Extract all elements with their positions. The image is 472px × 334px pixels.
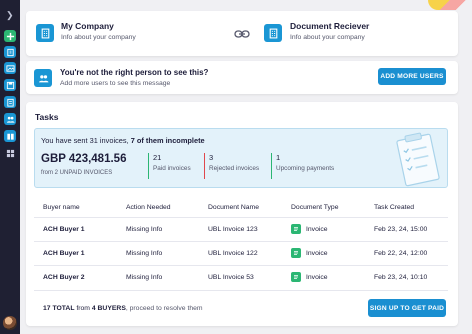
document-name: UBL Invoice 123: [208, 226, 258, 233]
notice-title: You're not the right person to see this?: [60, 68, 209, 77]
summary-incomplete: 7 of them incomplete: [130, 136, 205, 145]
table-row[interactable]: ACH Buyer 2 Missing Info UBL Invoice 53 …: [34, 265, 448, 289]
invoice-doc-icon: [291, 272, 301, 282]
save-icon[interactable]: [4, 79, 16, 91]
corner-decoration: [428, 0, 472, 10]
task-created: Feb 22, 24, 12:00: [374, 250, 428, 257]
footer-summary: 17 TOTAL from 4 BUYERS, proceed to resol…: [43, 305, 203, 312]
invoice-doc-icon: [291, 248, 301, 258]
building-icon: [264, 24, 282, 42]
stat-rejected-label: Rejected invoices: [209, 165, 260, 172]
receiver-title: Document Reciever: [290, 21, 370, 31]
stat-upcoming-count: 1: [276, 153, 281, 162]
sign-up-button[interactable]: SIGN UP TO GET PAID: [368, 299, 446, 317]
document-name: UBL Invoice 53: [208, 274, 254, 281]
document-type: Invoice: [306, 226, 328, 233]
footer-rest: , proceed to resolve them: [125, 305, 203, 312]
image-icon[interactable]: [4, 62, 16, 74]
stat-rejected-count: 3: [209, 153, 214, 162]
stat-paid-count: 21: [153, 153, 162, 162]
table-row[interactable]: ACH Buyer 1 Missing Info UBL Invoice 123…: [34, 217, 448, 241]
document-name: UBL Invoice 122: [208, 250, 258, 257]
total-amount: GBP 423,481.56: [41, 153, 127, 165]
receiver-subtitle: Info about your company: [290, 34, 365, 41]
users-icon[interactable]: [4, 113, 16, 125]
users-icon: [34, 69, 52, 87]
stat-paid-label: Paid invoices: [153, 165, 191, 172]
summary-panel: You have sent 31 invoices, 7 of them inc…: [34, 128, 448, 188]
table-row[interactable]: ACH Buyer 1 Missing Info UBL Invoice 122…: [34, 241, 448, 265]
plus-icon[interactable]: [4, 30, 16, 42]
add-more-users-button[interactable]: ADD MORE USERS: [378, 68, 446, 85]
action-needed: Missing Info: [126, 274, 163, 281]
footer-from: from: [74, 305, 92, 312]
document-illustration-icon: [387, 131, 447, 187]
building-icon[interactable]: [4, 46, 16, 58]
sidebar: ❯: [0, 0, 20, 334]
company-title: My Company: [61, 21, 114, 31]
document-type: Invoice: [306, 274, 328, 281]
stat-rejected: 3 Rejected invoices: [204, 153, 259, 179]
col-document-type: Document Type: [291, 204, 339, 211]
book-icon[interactable]: [4, 130, 16, 142]
task-created: Feb 23, 24, 15:00: [374, 226, 428, 233]
grid-icon[interactable]: [4, 147, 16, 159]
footer-buyers: 4 BUYERS: [91, 305, 126, 312]
footer-total: 17 TOTAL: [43, 305, 75, 312]
document-type: Invoice: [306, 250, 328, 257]
table-footer: 17 TOTAL from 4 BUYERS, proceed to resol…: [34, 290, 448, 326]
amount-sub: from 2 UNPAID INVOICES: [41, 170, 113, 176]
avatar[interactable]: [3, 316, 17, 330]
col-document-name: Document Name: [208, 204, 259, 211]
summary-text: You have sent 31 invoices, 7 of them inc…: [41, 136, 205, 145]
action-needed: Missing Info: [126, 250, 163, 257]
tasks-card: Tasks You have sent 31 invoices, 7 of th…: [26, 102, 458, 326]
stat-paid: 21 Paid invoices: [148, 153, 191, 179]
col-action-needed: Action Needed: [126, 204, 171, 211]
buyer-name: ACH Buyer 1: [43, 226, 85, 233]
building-icon: [36, 24, 54, 42]
link-icon: [234, 26, 250, 44]
chevron-right-icon[interactable]: ❯: [6, 10, 14, 21]
invoice-doc-icon: [291, 224, 301, 234]
clipboard-icon[interactable]: [4, 96, 16, 108]
summary-prefix: You have sent 31 invoices,: [41, 136, 131, 145]
stat-upcoming-label: Upcoming payments: [276, 165, 335, 172]
parties-card: My Company Info about your company Docum…: [26, 11, 458, 56]
col-buyer-name: Buyer name: [43, 204, 80, 211]
buyer-name: ACH Buyer 1: [43, 250, 85, 257]
action-needed: Missing Info: [126, 226, 163, 233]
company-subtitle: Info about your company: [61, 34, 136, 41]
notice-subtitle: Add more users to see this message: [60, 80, 171, 87]
notice-card: You're not the right person to see this?…: [26, 61, 458, 94]
col-task-created: Task Created: [374, 204, 415, 211]
tasks-title: Tasks: [35, 112, 59, 122]
task-created: Feb 23, 24, 10:10: [374, 274, 428, 281]
buyer-name: ACH Buyer 2: [43, 274, 85, 281]
stat-upcoming: 1 Upcoming payments: [271, 153, 334, 179]
